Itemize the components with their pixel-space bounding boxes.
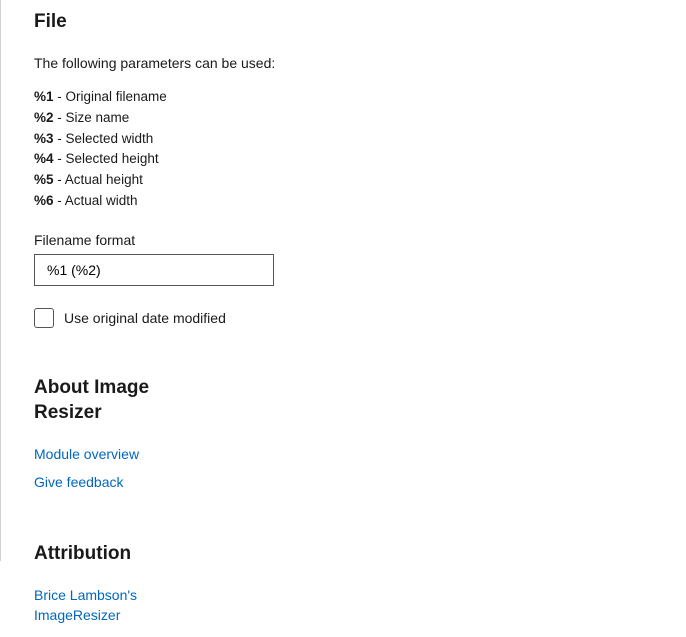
use-original-date-checkbox[interactable]: [34, 308, 54, 328]
attribution-link[interactable]: Brice Lambson's ImageResizer: [34, 586, 154, 625]
param-code: %6: [34, 193, 54, 208]
param-item: %4 - Selected height: [34, 149, 686, 170]
about-heading: About Image Resizer: [34, 376, 184, 425]
attribution-heading: Attribution: [34, 542, 184, 567]
param-code: %5: [34, 172, 54, 187]
param-code: %2: [34, 110, 54, 125]
param-item: %3 - Selected width: [34, 129, 686, 150]
params-intro: The following parameters can be used:: [34, 55, 686, 71]
param-list: %1 - Original filename %2 - Size name %3…: [34, 87, 686, 213]
use-original-date-label[interactable]: Use original date modified: [64, 310, 226, 326]
param-code: %4: [34, 151, 54, 166]
file-heading: File: [34, 10, 184, 35]
filename-format-label: Filename format: [34, 232, 686, 248]
param-item: %1 - Original filename: [34, 87, 686, 108]
param-desc: Original filename: [66, 89, 167, 104]
filename-format-input[interactable]: [34, 254, 274, 286]
give-feedback-link[interactable]: Give feedback: [34, 474, 124, 490]
param-item: %6 - Actual width: [34, 191, 686, 212]
module-overview-link[interactable]: Module overview: [34, 446, 139, 462]
param-item: %2 - Size name: [34, 108, 686, 129]
param-desc: Actual height: [65, 172, 143, 187]
param-desc: Actual width: [65, 193, 138, 208]
param-desc: Selected height: [66, 151, 159, 166]
param-desc: Selected width: [66, 131, 154, 146]
param-code: %1: [34, 89, 54, 104]
param-desc: Size name: [66, 110, 130, 125]
param-code: %3: [34, 131, 54, 146]
param-item: %5 - Actual height: [34, 170, 686, 191]
